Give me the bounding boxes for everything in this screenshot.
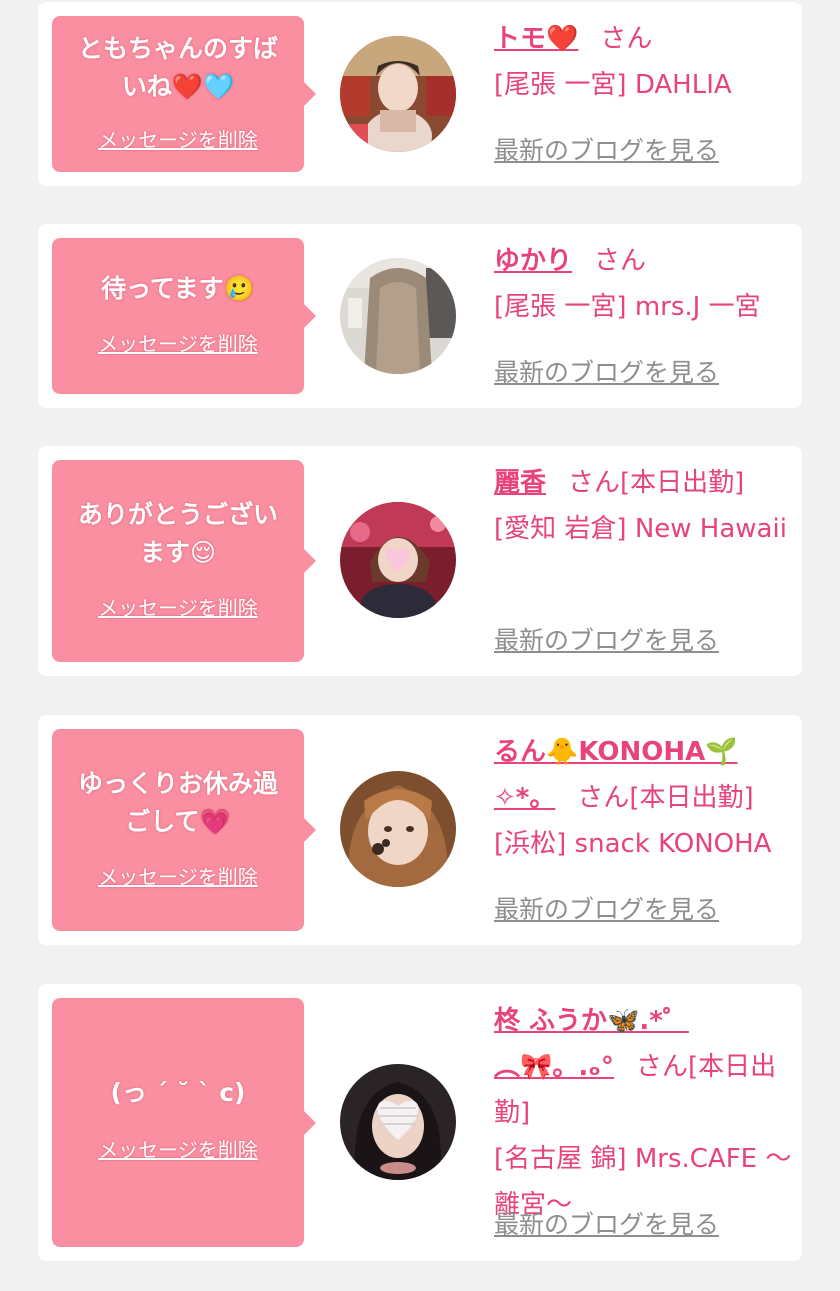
latest-blog-link[interactable]: 最新のブログを見る [494,1208,719,1242]
message-bubble: ゆっくりお休み過ごして💗 メッセージを削除 [52,729,316,931]
message-bubble: 待ってます🥲 メッセージを削除 [52,238,316,394]
honorific: さん [600,24,653,54]
delete-message-link[interactable]: メッセージを削除 [52,1136,304,1164]
location-text: [愛知 岩倉] New Hawaii [494,514,787,544]
avatar[interactable] [340,771,456,887]
member-name-line: ゆかり さん [494,238,794,284]
delete-message-link[interactable]: メッセージを削除 [52,594,304,622]
honorific: さん [635,1052,688,1082]
delete-message-link[interactable]: メッセージを削除 [52,863,304,891]
status-label: [本日出勤] [620,468,745,498]
message-text: ゆっくりお休み過ごして💗 [77,769,278,836]
member-name-line: 柊 ふうか🦋.*゜︵🎀。.ₒ° さん[本日出勤] [494,998,794,1136]
member-info: 柊 ふうか🦋.*゜︵🎀。.ₒ° さん[本日出勤] [名古屋 錦] Mrs.CAFE… [494,998,794,1228]
status-label: [本日出勤] [629,783,754,813]
message-text: (っ ´ ˘ ` c) [110,1078,246,1107]
message-text: ありがとうございます😌 [77,500,278,567]
message-card: ゆっくりお休み過ごして💗 メッセージを削除 るん🐥KONOHA🌱✧*。 さん[本日… [38,715,802,945]
member-info: ゆかり さん [尾張 一宮] mrs.J 一宮 [494,238,794,330]
latest-blog-link[interactable]: 最新のブログを見る [494,624,719,658]
avatar[interactable] [340,502,456,618]
avatar[interactable] [340,1064,456,1180]
message-card: (っ ´ ˘ ` c) メッセージを削除 柊 ふうか🦋.*゜︵🎀。.ₒ° さん[本… [38,984,802,1261]
location-text: [尾張 一宮] DAHLIA [494,70,732,100]
avatar[interactable] [340,258,456,374]
member-name-line: 麗香 さん[本日出勤] [494,460,794,506]
member-info: るん🐥KONOHA🌱✧*。 さん[本日出勤] [浜松] snack KONOHA [494,729,794,867]
delete-message-link[interactable]: メッセージを削除 [52,126,304,154]
member-info: トモ❤️ さん [尾張 一宮] DAHLIA [494,16,794,108]
message-bubble: ありがとうございます😌 メッセージを削除 [52,460,316,662]
member-name-link[interactable]: ゆかり [494,246,572,276]
message-card: 待ってます🥲 メッセージを削除 ゆかり さん [尾張 一宮] mrs.J 一宮 最… [38,224,802,408]
member-name-link[interactable]: トモ❤️ [494,24,578,54]
message-card: ありがとうございます😌 メッセージを削除 麗香 さん[本日出勤] [愛知 岩倉] … [38,446,802,676]
honorific: さん [594,246,647,276]
location-text: [浜松] snack KONOHA [494,829,772,859]
honorific: さん [568,468,621,498]
message-text: 待ってます🥲 [101,274,255,303]
message-bubble: (っ ´ ˘ ` c) メッセージを削除 [52,998,316,1247]
latest-blog-link[interactable]: 最新のブログを見る [494,893,719,927]
message-card: ともちゃんのすばいね❤️🩵 メッセージを削除 トモ❤️ さん [尾張 一宮] DA… [38,2,802,186]
location-text: [尾張 一宮] mrs.J 一宮 [494,292,761,322]
member-name-line: トモ❤️ さん [494,16,794,62]
delete-message-link[interactable]: メッセージを削除 [52,330,304,358]
latest-blog-link[interactable]: 最新のブログを見る [494,134,719,168]
honorific: さん [577,783,630,813]
avatar[interactable] [340,36,456,152]
message-text: ともちゃんのすばいね❤️🩵 [77,34,278,101]
member-info: 麗香 さん[本日出勤] [愛知 岩倉] New Hawaii [494,460,794,552]
member-name-link[interactable]: 麗香 [494,468,546,498]
latest-blog-link[interactable]: 最新のブログを見る [494,356,719,390]
member-name-line: るん🐥KONOHA🌱✧*。 さん[本日出勤] [494,729,794,821]
message-bubble: ともちゃんのすばいね❤️🩵 メッセージを削除 [52,16,316,172]
